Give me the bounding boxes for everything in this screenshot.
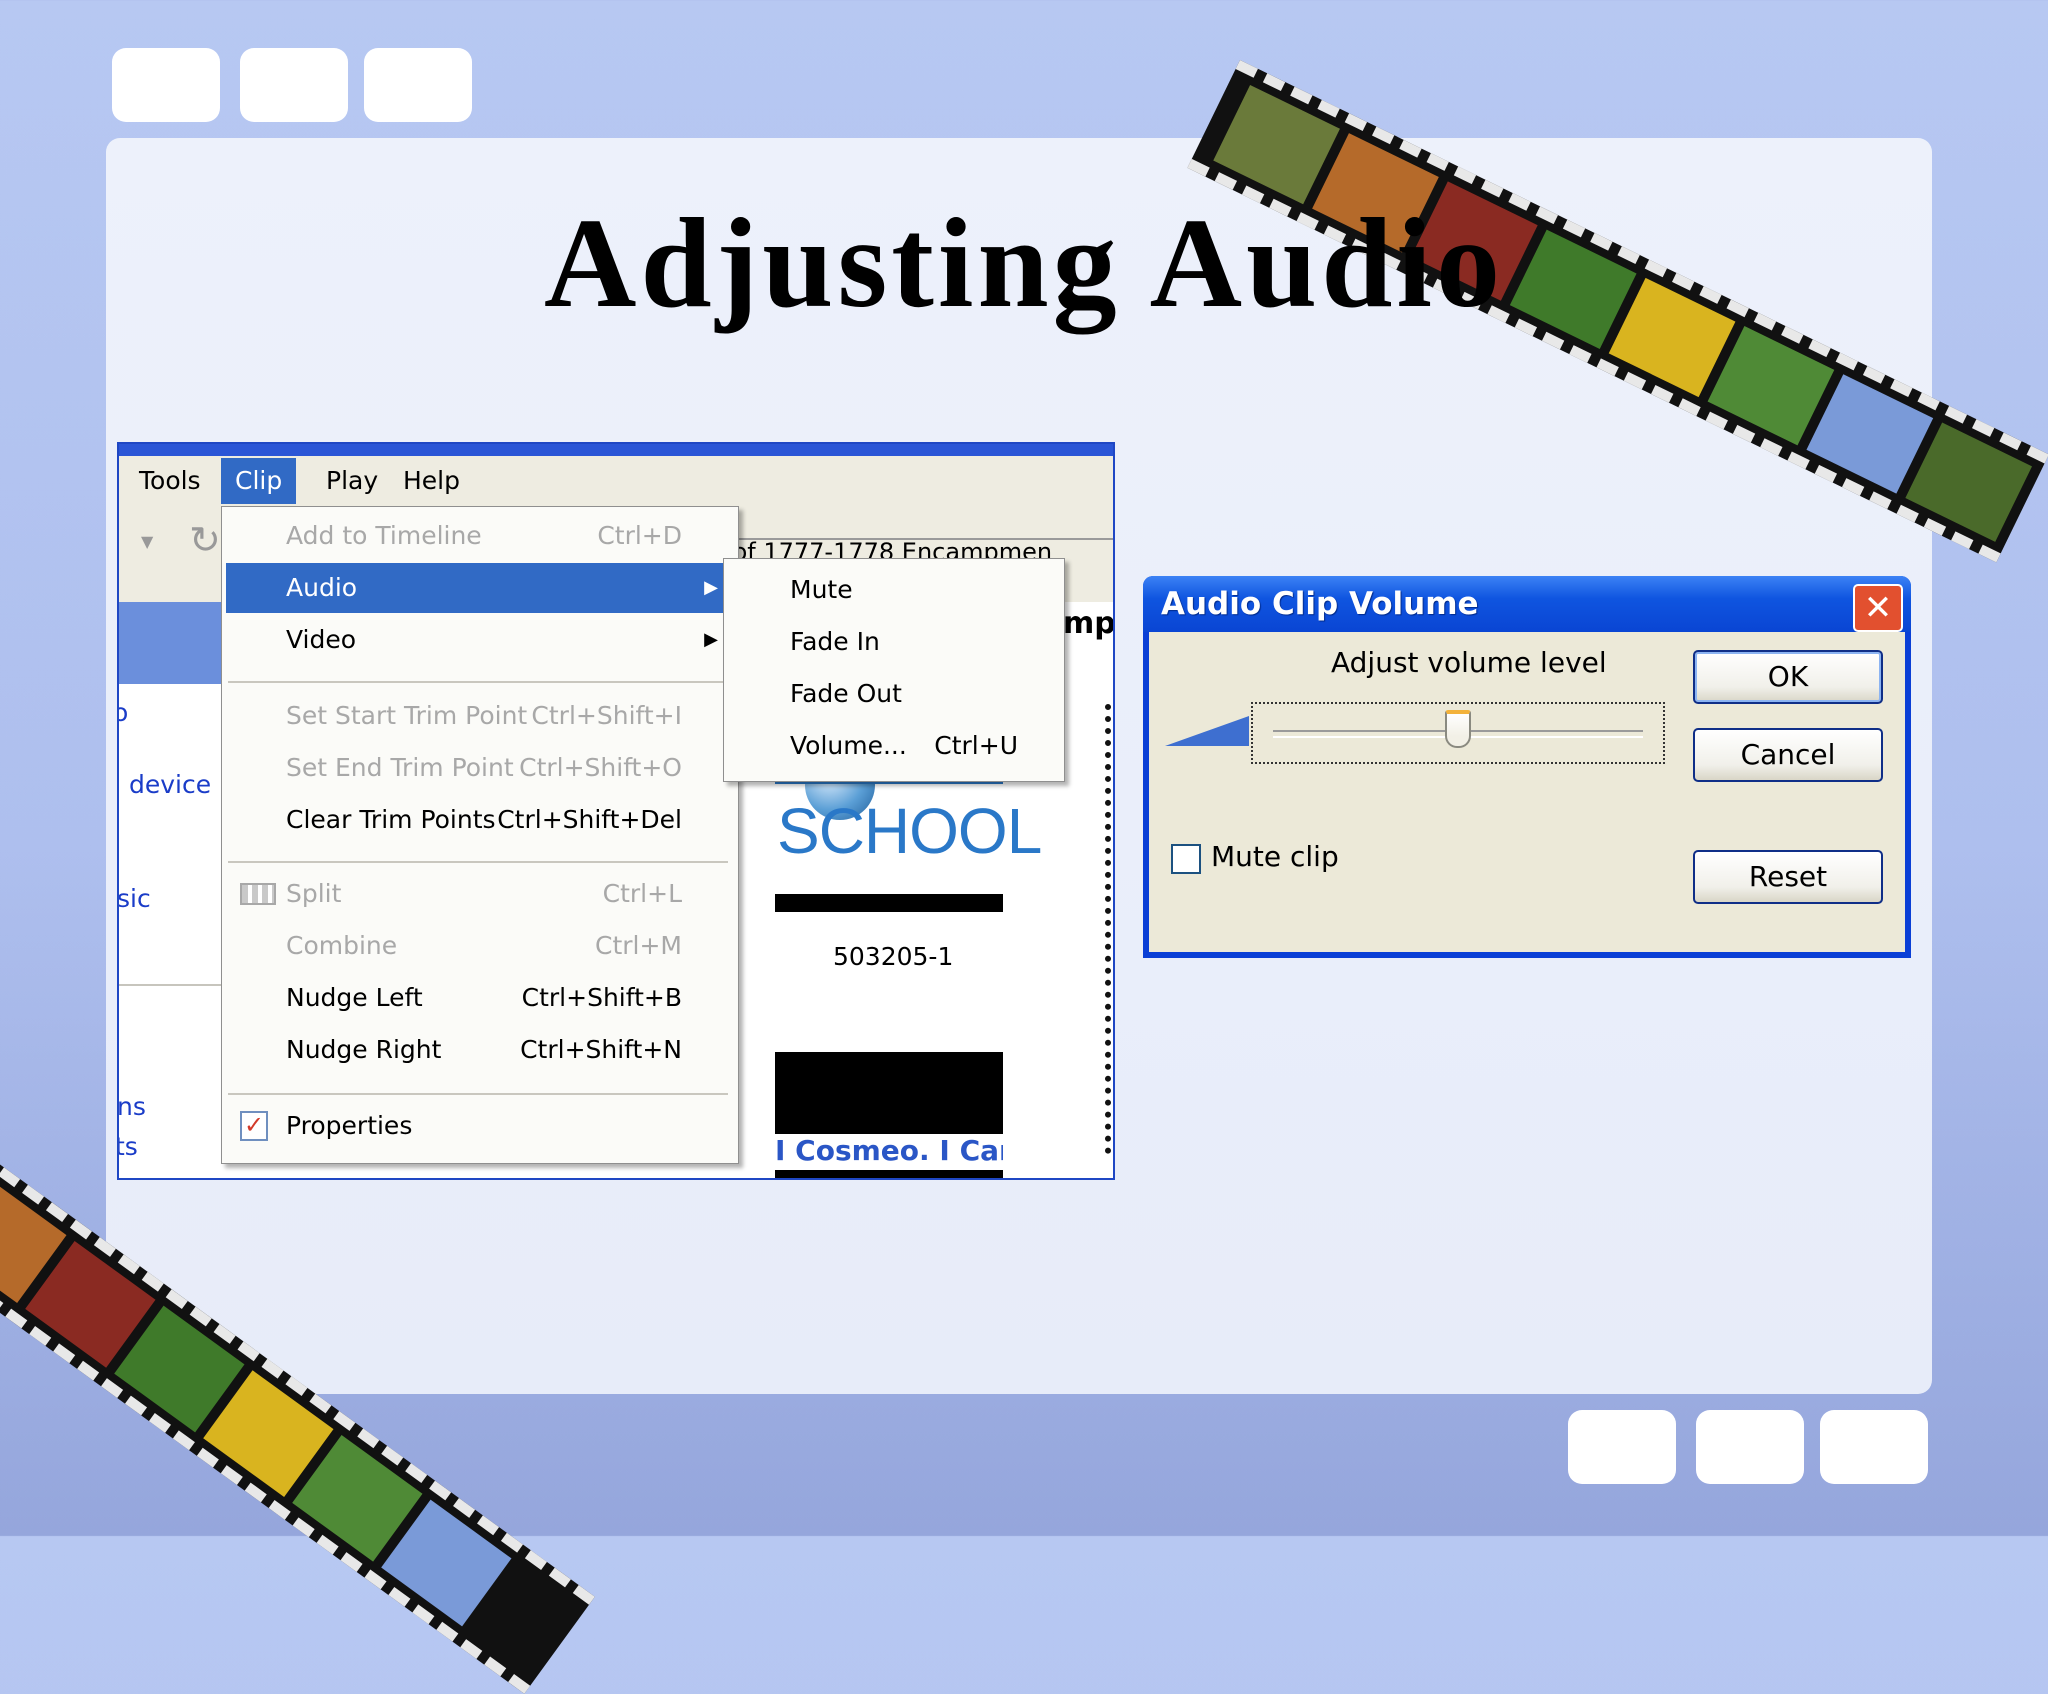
logo-underline <box>775 894 1003 912</box>
menu-item-clear-trim[interactable]: Clear Trim Points Ctrl+Shift+Del <box>226 795 732 845</box>
submenu-arrow-icon: ▶ <box>704 629 718 650</box>
menu-item-label: Nudge Right <box>286 1035 442 1064</box>
task-link-fragment-1[interactable]: o <box>119 698 128 727</box>
ok-button[interactable]: OK <box>1693 650 1883 704</box>
menu-item-shortcut: Ctrl+Shift+B <box>521 983 682 1012</box>
menu-item-video[interactable]: Video ▶ <box>226 615 732 665</box>
menu-item-label: Split <box>286 879 342 908</box>
redo-icon[interactable]: ↻ <box>189 518 221 562</box>
menu-item-nudge-right[interactable]: Nudge Right Ctrl+Shift+N <box>226 1025 732 1075</box>
dialog-title: Audio Clip Volume <box>1161 586 1479 622</box>
mute-clip-checkbox[interactable] <box>1171 844 1201 874</box>
menu-play[interactable]: Play <box>312 458 392 504</box>
mute-clip-label[interactable]: Mute clip <box>1211 840 1339 873</box>
menu-item-shortcut: Ctrl+D <box>597 521 682 550</box>
dialog-titlebar[interactable]: Audio Clip Volume ✕ <box>1143 576 1911 632</box>
volume-ramp-icon <box>1165 716 1249 746</box>
menu-item-set-start-trim[interactable]: Set Start Trim Point Ctrl+Shift+I <box>226 691 732 741</box>
submenu-item-mute[interactable]: Mute <box>728 565 1058 615</box>
menu-item-label: Video <box>286 625 357 654</box>
submenu-item-label: Volume... <box>790 731 907 760</box>
deco-tab-3 <box>364 48 472 122</box>
cosmeo-banner-text: I Cosmeo. I Can. <box>775 1134 1003 1170</box>
menu-item-audio[interactable]: Audio ▶ <box>226 563 732 613</box>
menu-item-properties[interactable]: ✓ Properties <box>226 1101 732 1151</box>
menu-item-shortcut: Ctrl+Shift+O <box>519 753 682 782</box>
submenu-item-label: Fade Out <box>790 679 902 708</box>
menu-item-shortcut: Ctrl+L <box>602 879 682 908</box>
menu-item-combine[interactable]: Combine Ctrl+M <box>226 921 732 971</box>
task-divider <box>119 984 229 986</box>
menu-item-label: Add to Timeline <box>286 521 482 550</box>
menu-separator <box>228 681 728 683</box>
menu-item-set-end-trim[interactable]: Set End Trim Point Ctrl+Shift+O <box>226 743 732 793</box>
menu-item-label: Set Start Trim Point <box>286 701 528 730</box>
tasks-header-band <box>119 602 229 684</box>
volume-slider[interactable] <box>1251 702 1665 764</box>
menu-item-nudge-left[interactable]: Nudge Left Ctrl+Shift+B <box>226 973 732 1023</box>
toolbar-dropdown-icon[interactable]: ▼ <box>141 532 153 551</box>
menu-separator <box>228 861 728 863</box>
dialog-body: Adjust volume level Mute clip OK Cancel … <box>1149 632 1905 952</box>
window-title-band <box>119 444 1113 456</box>
cancel-button[interactable]: Cancel <box>1693 728 1883 782</box>
split-icon <box>240 883 276 905</box>
menu-item-label: Set End Trim Point <box>286 753 514 782</box>
menu-item-shortcut: Ctrl+Shift+Del <box>497 805 682 834</box>
reset-button[interactable]: Reset <box>1693 850 1883 904</box>
close-icon[interactable]: ✕ <box>1853 584 1903 632</box>
menu-help[interactable]: Help <box>389 458 474 504</box>
menu-item-shortcut: Ctrl+Shift+N <box>520 1035 682 1064</box>
menu-item-label: Clear Trim Points <box>286 805 496 834</box>
deco-tab-2 <box>240 48 348 122</box>
audio-submenu: Mute Fade In Fade Out Volume... Ctrl+U <box>723 558 1065 782</box>
submenu-item-label: Mute <box>790 575 853 604</box>
clip-menu: Add to Timeline Ctrl+D Audio ▶ Video ▶ S… <box>221 506 739 1164</box>
submenu-item-shortcut: Ctrl+U <box>934 731 1018 760</box>
school-logo-text: SCHOOL <box>777 795 1042 867</box>
volume-slider-label: Adjust volume level <box>1331 646 1607 679</box>
menu-item-label: Audio <box>286 573 358 602</box>
task-link-music[interactable]: sic <box>119 884 151 913</box>
task-link-fragment-4[interactable]: ns <box>119 1092 146 1121</box>
clip-thumbnail-cosmeo[interactable]: I Cosmeo. I Can. <box>775 1052 1003 1178</box>
audio-clip-volume-dialog: Audio Clip Volume ✕ Adjust volume level … <box>1143 576 1911 958</box>
partial-heading: mpi <box>1063 606 1115 641</box>
menu-item-label: Properties <box>286 1111 413 1140</box>
deco-tab-5 <box>1696 1410 1804 1484</box>
menu-item-split[interactable]: Split Ctrl+L <box>226 869 732 919</box>
slide-title: Adjusting Audio <box>544 192 1504 334</box>
submenu-item-label: Fade In <box>790 627 880 656</box>
submenu-arrow-icon: ▶ <box>704 577 718 598</box>
menu-item-label: Combine <box>286 931 398 960</box>
task-link-device[interactable]: device <box>129 770 211 799</box>
deco-tab-6 <box>1820 1410 1928 1484</box>
menu-item-add-to-timeline[interactable]: Add to Timeline Ctrl+D <box>226 511 732 561</box>
menu-separator <box>228 1093 728 1095</box>
menu-item-label: Nudge Left <box>286 983 423 1012</box>
task-link-fragment-5[interactable]: ts <box>119 1132 138 1161</box>
menu-clip[interactable]: Clip <box>221 458 297 504</box>
collection-pane-divider <box>1105 704 1113 1154</box>
submenu-item-volume[interactable]: Volume... Ctrl+U <box>728 721 1058 771</box>
menu-item-shortcut: Ctrl+Shift+I <box>531 701 682 730</box>
deco-tab-4 <box>1568 1410 1676 1484</box>
submenu-item-fade-out[interactable]: Fade Out <box>728 669 1058 719</box>
submenu-item-fade-in[interactable]: Fade In <box>728 617 1058 667</box>
clip-id-label: 503205-1 <box>833 942 954 971</box>
menu-item-shortcut: Ctrl+M <box>595 931 682 960</box>
menu-bar: Tools Clip Play Help <box>119 456 1113 506</box>
slider-thumb[interactable] <box>1445 710 1471 748</box>
menu-tools[interactable]: Tools <box>125 458 215 504</box>
properties-icon: ✓ <box>240 1111 268 1141</box>
deco-tab-1 <box>112 48 220 122</box>
